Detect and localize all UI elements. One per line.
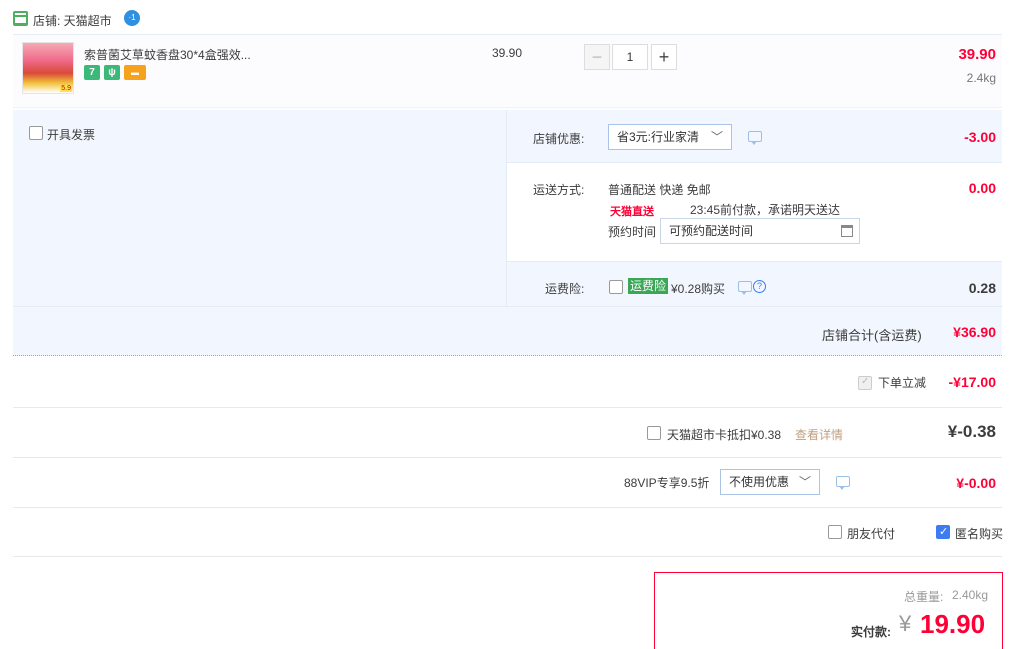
insurance-checkbox[interactable] <box>609 280 623 294</box>
pay-amount: 19.90 <box>920 609 986 639</box>
view-details-link[interactable]: 查看详情 <box>795 426 843 443</box>
card-pay-icon: ▬ <box>124 65 146 80</box>
divider <box>13 306 1002 307</box>
insurance-value: 0.28 <box>968 280 996 296</box>
schedule-label: 预约时间 <box>608 225 657 239</box>
anonymous-checkbox[interactable] <box>936 525 950 539</box>
shop-icon <box>13 11 28 26</box>
guarantee-icon: ψ <box>104 65 120 80</box>
calendar-icon <box>841 225 853 237</box>
shop-discount-label: 店铺优惠: <box>533 132 585 146</box>
divider <box>506 261 1002 262</box>
instant-discount-label: 下单立减 <box>878 376 927 390</box>
card-deduct-value: ¥-0.38 <box>947 422 996 441</box>
delivery-label: 运送方式: <box>533 183 585 197</box>
divider <box>13 407 1002 408</box>
divider <box>13 507 1002 508</box>
divider <box>506 162 1002 163</box>
shop-total-label: 店铺合计(含运费) <box>822 328 922 343</box>
delivery-method: 普通配送 快递 免邮 <box>608 183 711 197</box>
friend-pay-checkbox[interactable] <box>828 525 842 539</box>
instant-discount-value: -¥17.00 <box>948 374 996 390</box>
product-title-link[interactable]: 索普菌艾草蚊香盘30*4盒强效... <box>84 46 251 63</box>
quantity-minus-button[interactable]: − <box>584 44 610 70</box>
item-weight: 2.4kg <box>966 71 996 85</box>
shop-total-value: ¥36.90 <box>953 324 996 340</box>
chevron-down-icon: ﹀ <box>710 130 723 144</box>
schedule-time-value: 可预约配送时间 <box>669 224 754 238</box>
wangwang-chat-icon[interactable]: ·1 <box>124 10 140 26</box>
card-deduct-checkbox[interactable] <box>647 426 661 440</box>
divider <box>13 556 1002 557</box>
delivery-promise: 23:45前付款，承诺明天送达 <box>690 203 841 217</box>
product-thumbnail[interactable]: 5.9 <box>22 42 74 94</box>
invoice-checkbox[interactable] <box>29 126 43 140</box>
vip-selected: 不使用优惠 <box>729 475 790 489</box>
comment-icon[interactable] <box>836 476 850 490</box>
unit-price: 39.90 <box>492 46 523 60</box>
insurance-label: 运费险: <box>545 282 585 296</box>
quantity-input[interactable]: 1 <box>612 44 648 70</box>
pay-label: 实付款: <box>851 625 891 639</box>
schedule-time-input[interactable]: 可预约配送时间 <box>660 218 860 244</box>
vip-label: 88VIP专享9.5折 <box>624 476 710 490</box>
chevron-down-icon: ﹀ <box>798 475 811 489</box>
insurance-tag: 运费险 <box>628 278 669 294</box>
tmall-direct-logo: 天猫直送 <box>610 206 654 218</box>
shop-discount-select[interactable]: 省3元:行业家清 ﹀ <box>608 124 732 150</box>
divider <box>13 457 1002 458</box>
comment-icon[interactable] <box>738 281 752 295</box>
help-icon[interactable]: ? <box>753 280 766 293</box>
seven-day-return-icon: 7 <box>84 65 100 80</box>
invoice-label: 开具发票 <box>47 128 96 142</box>
anonymous-label: 匿名购买 <box>955 527 1004 541</box>
insurance-price: ¥0.28购买 <box>671 282 726 296</box>
total-weight-label: 总重量: <box>904 590 944 604</box>
shop-name[interactable]: 店铺: 天猫超市 <box>33 12 112 29</box>
options-divider <box>506 110 507 306</box>
total-weight-value: 2.40kg <box>952 588 989 602</box>
delivery-fee-value: 0.00 <box>968 180 996 196</box>
vip-value: ¥-0.00 <box>956 475 996 491</box>
quantity-plus-button[interactable]: + <box>651 44 677 70</box>
instant-discount-checkbox[interactable] <box>858 376 872 390</box>
thumbnail-price-tag: 5.9 <box>60 85 72 92</box>
shop-discount-selected: 省3元:行业家清 <box>617 130 700 144</box>
card-deduct-label: 天猫超市卡抵扣¥0.38 <box>667 428 782 442</box>
yen-symbol: ¥ <box>899 611 912 636</box>
vip-select[interactable]: 不使用优惠 ﹀ <box>720 469 820 495</box>
shop-discount-value: -3.00 <box>964 129 996 145</box>
comment-icon[interactable] <box>748 131 762 145</box>
item-subtotal: 39.90 <box>958 46 996 63</box>
friend-pay-label: 朋友代付 <box>847 527 896 541</box>
